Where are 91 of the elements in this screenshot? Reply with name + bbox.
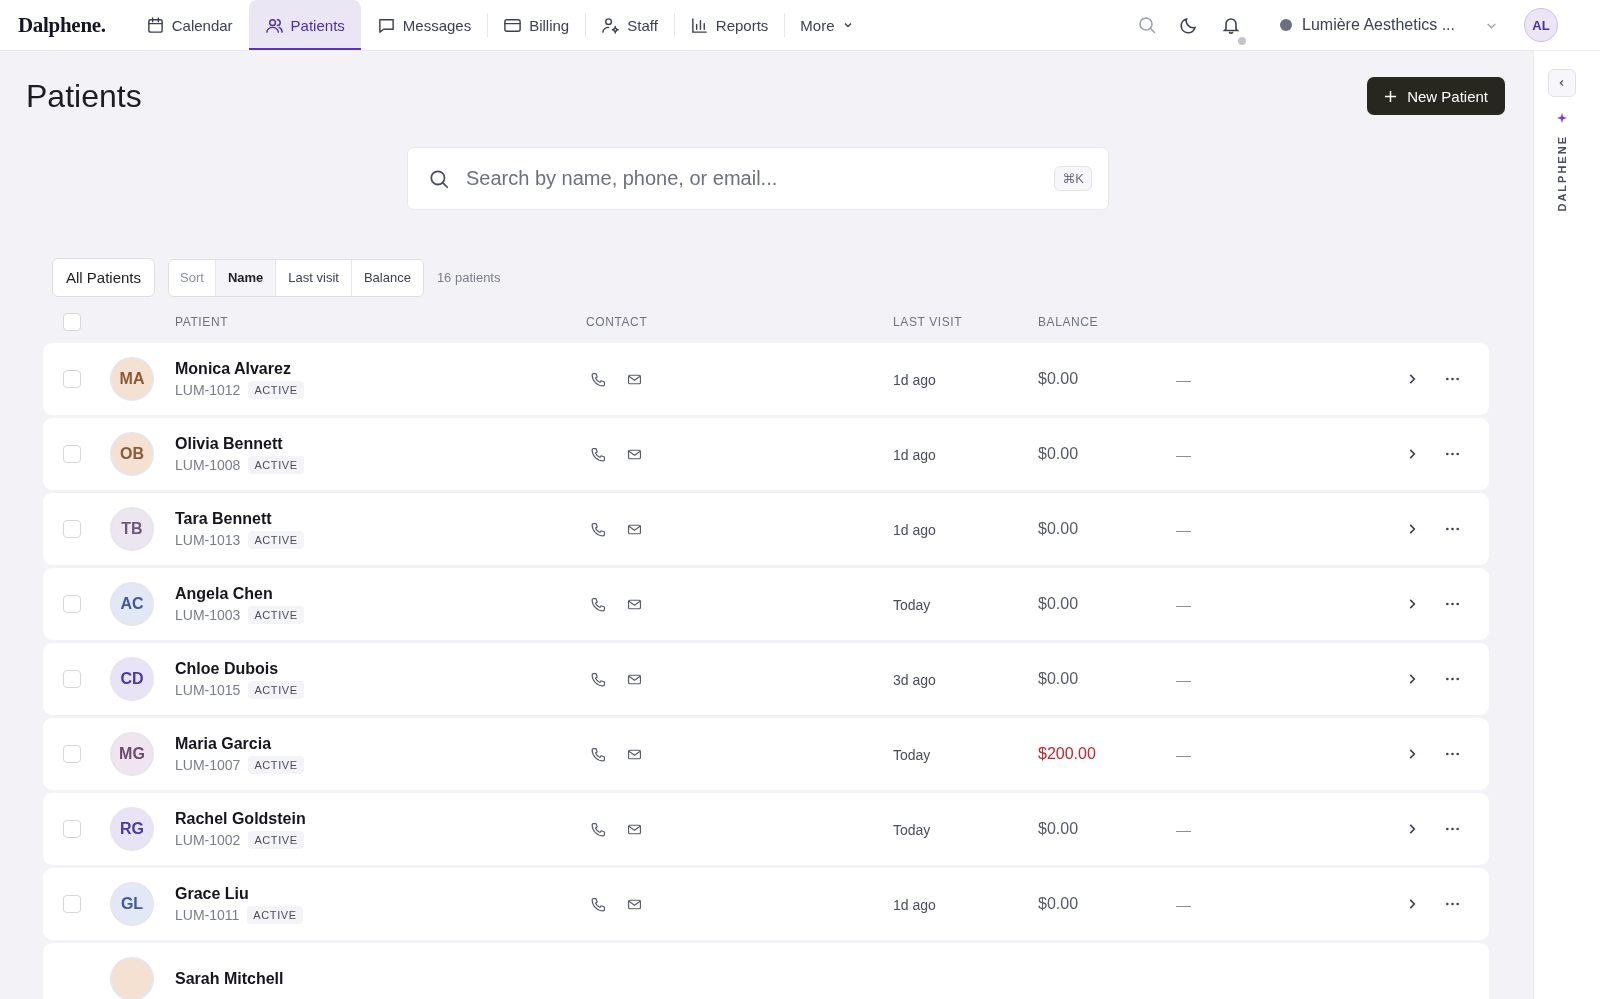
patient-id: LUM-1012 bbox=[175, 381, 241, 398]
search-input[interactable]: Search by name, phone, or email... bbox=[464, 166, 1041, 191]
patient-row[interactable]: Sarah Mitchell bbox=[43, 943, 1489, 999]
nav-tab[interactable]: Patients bbox=[248, 0, 361, 50]
patient-row[interactable]: MA Monica Alvarez LUM-1012 ACTIVE 1d ago $0.00 — bbox=[43, 343, 1489, 415]
patient-name: Chloe Dubois bbox=[175, 659, 280, 678]
status-badge: ACTIVE bbox=[248, 605, 304, 624]
table-cell-text: — bbox=[1176, 520, 1192, 538]
patient-avatar: TB bbox=[110, 507, 154, 551]
column-header: LAST VISIT bbox=[893, 315, 964, 329]
patient-avatar: RG bbox=[110, 807, 154, 851]
nav-tab[interactable]: Staff bbox=[585, 0, 674, 50]
page-title: Patients bbox=[26, 77, 142, 115]
column-header: BALANCE bbox=[1038, 315, 1100, 329]
patient-row[interactable]: TB Tara Bennett LUM-1013 ACTIVE 1d ago $0.00 — bbox=[43, 493, 1489, 565]
table-cell-text: — bbox=[1176, 445, 1192, 463]
patient-name: Olivia Bennett bbox=[175, 434, 284, 453]
patient-name: Grace Liu bbox=[175, 884, 250, 903]
patient-name: Monica Alvarez bbox=[175, 359, 292, 378]
balance: $0.00 bbox=[1038, 445, 1080, 463]
patient-name: Sarah Mitchell bbox=[175, 970, 285, 988]
patient-name: Rachel Goldstein bbox=[175, 809, 307, 828]
patient-name: Angela Chen bbox=[175, 584, 274, 603]
sort-option[interactable]: Name bbox=[214, 259, 276, 296]
patient-avatar: AC bbox=[110, 582, 154, 626]
status-badge: ACTIVE bbox=[248, 380, 304, 399]
nav-tab[interactable]: Calendar bbox=[129, 0, 249, 50]
last-visit: Today bbox=[893, 746, 932, 763]
sort-option[interactable]: Balance bbox=[350, 259, 423, 296]
patient-row[interactable]: OB Olivia Bennett LUM-1008 ACTIVE 1d ago $0.00 — bbox=[43, 418, 1489, 490]
patient-avatar: MA bbox=[110, 357, 154, 401]
balance: $0.00 bbox=[1038, 670, 1080, 688]
filter-dropdown[interactable]: All Patients bbox=[52, 258, 156, 297]
patient-id: LUM-1013 bbox=[175, 531, 241, 548]
patient-id: LUM-1015 bbox=[175, 681, 241, 698]
organization-selector[interactable]: Lumière Aesthetics ... bbox=[1280, 16, 1498, 34]
patient-avatar: CD bbox=[110, 657, 154, 701]
patient-avatar: GL bbox=[110, 882, 154, 926]
last-visit: Today bbox=[893, 596, 932, 613]
patient-id: LUM-1002 bbox=[175, 831, 241, 848]
last-visit: 1d ago bbox=[893, 521, 937, 538]
patient-avatar: MG bbox=[110, 732, 154, 776]
search-field[interactable]: Search by name, phone, or email... ⌘K bbox=[407, 147, 1109, 210]
patient-id: LUM-1007 bbox=[175, 756, 241, 773]
balance: $200.00 bbox=[1038, 745, 1097, 763]
nav-tab[interactable]: Billing bbox=[487, 0, 586, 50]
balance: $0.00 bbox=[1038, 370, 1080, 388]
status-badge: ACTIVE bbox=[248, 530, 304, 549]
last-visit: 1d ago bbox=[893, 896, 937, 913]
nav-tab[interactable]: More bbox=[784, 0, 870, 50]
balance: $0.00 bbox=[1038, 595, 1080, 613]
balance: $0.00 bbox=[1038, 820, 1080, 838]
nav-tab[interactable]: Reports bbox=[673, 0, 785, 50]
patient-row[interactable]: MG Maria Garcia LUM-1007 ACTIVE Today $200.00 — bbox=[43, 718, 1489, 790]
logo[interactable]: Dalphene. bbox=[18, 12, 106, 38]
patient-count: 16 patients bbox=[436, 270, 501, 285]
table-cell-text: — bbox=[1176, 820, 1192, 838]
column-header: CONTACT bbox=[586, 315, 649, 329]
patient-name: Tara Bennett bbox=[175, 509, 273, 528]
table-cell-text: — bbox=[1176, 595, 1192, 613]
table-cell-text: — bbox=[1176, 370, 1192, 388]
last-visit: 1d ago bbox=[893, 446, 937, 463]
patient-avatar: OB bbox=[110, 432, 154, 476]
sidebar-label: DALPHENE bbox=[1556, 135, 1568, 212]
balance: $0.00 bbox=[1038, 520, 1080, 538]
patient-id: LUM-1008 bbox=[175, 456, 241, 473]
patient-row[interactable]: GL Grace Liu LUM-1011 ACTIVE 1d ago $0.00 — bbox=[43, 868, 1489, 940]
balance: $0.00 bbox=[1038, 895, 1080, 913]
new-patient-button[interactable]: New Patient bbox=[1367, 77, 1505, 115]
table-cell-text: — bbox=[1176, 745, 1192, 763]
shortcut-hint: ⌘K bbox=[1054, 166, 1092, 191]
patient-row[interactable]: CD Chloe Dubois LUM-1015 ACTIVE 3d ago $0.00 — bbox=[43, 643, 1489, 715]
patient-row[interactable]: RG Rachel Goldstein LUM-1002 ACTIVE Today $0.00 — bbox=[43, 793, 1489, 865]
table-cell-text: — bbox=[1176, 670, 1192, 688]
sort-label: Sort bbox=[179, 269, 205, 287]
status-badge: ACTIVE bbox=[248, 455, 304, 474]
user-avatar[interactable]: AL bbox=[1524, 8, 1558, 42]
status-badge: ACTIVE bbox=[248, 680, 304, 699]
patient-id: LUM-1011 bbox=[175, 906, 240, 923]
patient-row[interactable]: AC Angela Chen LUM-1003 ACTIVE Today $0.00 — bbox=[43, 568, 1489, 640]
table-cell-text: — bbox=[1176, 895, 1192, 913]
last-visit: 1d ago bbox=[893, 371, 937, 388]
last-visit: Today bbox=[893, 821, 932, 838]
status-badge: ACTIVE bbox=[247, 905, 303, 924]
patient-name: Maria Garcia bbox=[175, 734, 273, 753]
column-header: PATIENT bbox=[175, 315, 230, 329]
status-badge: ACTIVE bbox=[248, 755, 304, 774]
status-badge: ACTIVE bbox=[248, 830, 304, 849]
patient-id: LUM-1003 bbox=[175, 606, 241, 623]
last-visit: 3d ago bbox=[893, 671, 937, 688]
nav-tab[interactable]: Messages bbox=[360, 0, 488, 50]
